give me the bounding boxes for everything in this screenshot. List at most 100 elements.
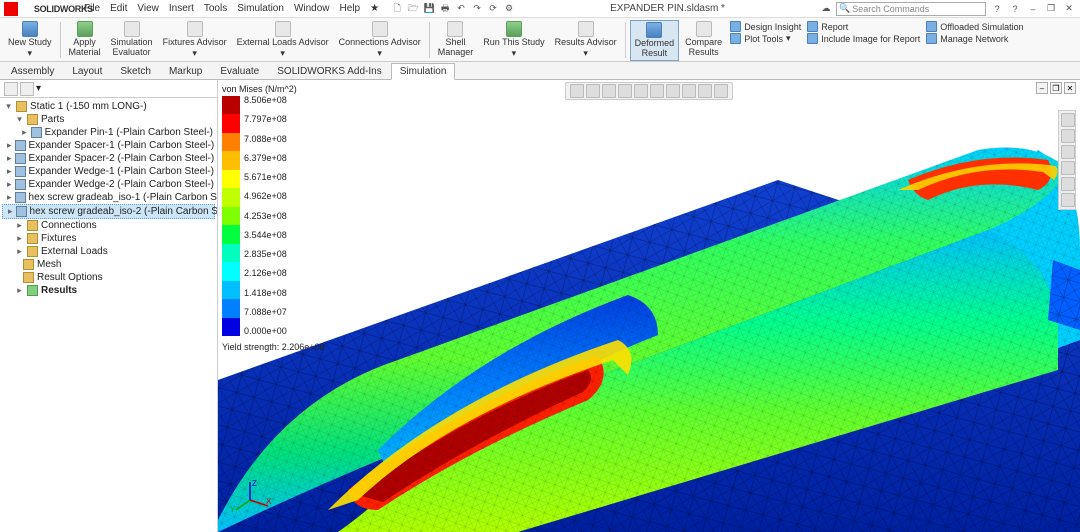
task-custom-icon[interactable]	[1061, 193, 1075, 207]
zoom-fit-icon[interactable]	[570, 84, 584, 98]
tree-part-item[interactable]: ▸Expander Wedge-1 (-Plain Carbon Steel-)	[2, 165, 215, 178]
task-pane	[1058, 110, 1076, 210]
tree-part-item[interactable]: ▸Expander Spacer-2 (-Plain Carbon Steel-…	[2, 152, 215, 165]
tree-part-item[interactable]: ▸Expander Wedge-2 (-Plain Carbon Steel-)	[2, 178, 215, 191]
tree-study-node[interactable]: ▾Static 1 (-150 mm LONG-)	[2, 100, 215, 113]
tab-simulation[interactable]: Simulation	[391, 63, 456, 80]
part-icon	[15, 140, 26, 151]
tab-addins[interactable]: SOLIDWORKS Add-Ins	[268, 63, 390, 79]
fixtures-advisor-button[interactable]: Fixtures Advisor▾	[159, 20, 231, 60]
rebuild-icon[interactable]: ⟳	[487, 3, 499, 15]
undo-icon[interactable]: ↶	[455, 3, 467, 15]
shell-manager-button[interactable]: Shell Manager	[434, 20, 478, 59]
report-button[interactable]: Report	[807, 21, 920, 32]
tree-part-item-selected[interactable]: ▸hex screw gradeab_iso-2 (-Plain Carbon …	[2, 204, 215, 219]
display-style-icon[interactable]	[650, 84, 664, 98]
zoom-area-icon[interactable]	[586, 84, 600, 98]
new-study-button[interactable]: New Study▾	[4, 20, 56, 60]
mdi-max-icon[interactable]: ❐	[1050, 82, 1062, 94]
tree-external-loads-node[interactable]: ▸External Loads	[2, 245, 215, 258]
ribbon-small-group-2: Report Include Image for Report	[805, 20, 922, 45]
menu-view[interactable]: View	[137, 3, 159, 14]
scene-icon[interactable]	[698, 84, 712, 98]
window-min-icon[interactable]: –	[1026, 3, 1040, 15]
sim-evaluator-button[interactable]: Simulation Evaluator	[107, 20, 157, 59]
tree-parts-node[interactable]: ▾Parts	[2, 113, 215, 126]
apply-material-button[interactable]: Apply Material	[65, 20, 105, 59]
new-icon[interactable]: 🗋	[391, 3, 403, 15]
redo-icon[interactable]: ↷	[471, 3, 483, 15]
menu-simulation[interactable]: Simulation	[237, 3, 284, 14]
user-icon[interactable]: ?	[990, 3, 1004, 15]
tree-tab-dropdown-icon[interactable]: ▾	[36, 83, 41, 94]
graphics-viewport[interactable]: von Mises (N/m^2) 8.506e+087.797e+087.08…	[218, 80, 1080, 532]
menu-star-icon[interactable]: ★	[370, 3, 379, 14]
compare-results-button[interactable]: Compare Results	[681, 20, 726, 59]
triad-icon[interactable]: X Y Z	[228, 478, 272, 522]
design-insight-button[interactable]: Design Insight	[730, 21, 801, 32]
section-icon[interactable]	[618, 84, 632, 98]
offloaded-sim-button[interactable]: Offloaded Simulation	[926, 21, 1023, 32]
include-image-button[interactable]: Include Image for Report	[807, 33, 920, 44]
app-logo: DS SOLIDWORKS	[4, 2, 74, 16]
menu-help[interactable]: Help	[340, 3, 361, 14]
separator	[429, 22, 430, 58]
task-appearance-icon[interactable]	[1061, 177, 1075, 191]
menu-file[interactable]: File	[84, 3, 100, 14]
loads-advisor-button[interactable]: External Loads Advisor▾	[233, 20, 333, 60]
ribbon-small-group-3: Offloaded Simulation Manage Network	[924, 20, 1025, 45]
tab-markup[interactable]: Markup	[160, 63, 211, 79]
options-icon[interactable]: ⚙	[503, 3, 515, 15]
task-explorer-icon[interactable]	[1061, 145, 1075, 159]
tree-part-item[interactable]: ▸Expander Spacer-1 (-Plain Carbon Steel-…	[2, 139, 215, 152]
menu-edit[interactable]: Edit	[110, 3, 127, 14]
deformed-result-button[interactable]: Deformed Result	[630, 20, 680, 61]
search-input[interactable]: 🔍 Search Commands	[836, 2, 986, 16]
manage-network-button[interactable]: Manage Network	[926, 33, 1023, 44]
tab-layout[interactable]: Layout	[63, 63, 111, 79]
window-max-icon[interactable]: ❐	[1044, 3, 1058, 15]
appearance-icon[interactable]	[682, 84, 696, 98]
task-resources-icon[interactable]	[1061, 113, 1075, 127]
mdi-min-icon[interactable]: –	[1036, 82, 1048, 94]
print-icon[interactable]: 🖶	[439, 3, 451, 15]
tab-assembly[interactable]: Assembly	[2, 63, 63, 79]
window-close-icon[interactable]: ✕	[1062, 3, 1076, 15]
tab-sketch[interactable]: Sketch	[111, 63, 160, 79]
tree-result-options-node[interactable]: Result Options	[2, 271, 215, 284]
task-design-lib-icon[interactable]	[1061, 129, 1075, 143]
tree-mesh-node[interactable]: Mesh	[2, 258, 215, 271]
menu-tools[interactable]: Tools	[204, 3, 227, 14]
plot-tools-button[interactable]: Plot Tools▾	[730, 33, 801, 44]
view-orient-icon[interactable]	[634, 84, 648, 98]
tree-part-item[interactable]: ▸Expander Pin-1 (-Plain Carbon Steel-)	[2, 126, 215, 139]
view-settings-icon[interactable]	[714, 84, 728, 98]
report-icon	[807, 21, 818, 32]
prev-view-icon[interactable]	[602, 84, 616, 98]
tree-fixtures-node[interactable]: ▸Fixtures	[2, 232, 215, 245]
part-icon	[15, 179, 26, 190]
help-icon[interactable]: ?	[1008, 3, 1022, 15]
results-advisor-button[interactable]: Results Advisor▾	[551, 20, 621, 60]
connections-advisor-button[interactable]: Connections Advisor▾	[335, 20, 425, 60]
mdi-close-icon[interactable]: ✕	[1064, 82, 1076, 94]
search-icon: 🔍	[839, 3, 850, 14]
tree-tab-feature-icon[interactable]	[4, 82, 18, 96]
insight-icon	[730, 21, 741, 32]
tree-results-node[interactable]: ▸Results	[2, 284, 215, 297]
menu-insert[interactable]: Insert	[169, 3, 194, 14]
tab-evaluate[interactable]: Evaluate	[211, 63, 268, 79]
cloud-icon[interactable]: ☁	[820, 3, 832, 15]
tree-connections-node[interactable]: ▸Connections	[2, 219, 215, 232]
result-options-icon	[23, 272, 34, 283]
run-study-button[interactable]: Run This Study▾	[479, 20, 548, 60]
task-view-palette-icon[interactable]	[1061, 161, 1075, 175]
open-icon[interactable]: 🗁	[407, 3, 419, 15]
title-right: ☁ 🔍 Search Commands ? ? – ❐ ✕	[820, 2, 1076, 16]
tree-part-item[interactable]: ▸hex screw gradeab_iso-1 (-Plain Carbon …	[2, 191, 215, 204]
hide-show-icon[interactable]	[666, 84, 680, 98]
menu-window[interactable]: Window	[294, 3, 330, 14]
save-icon[interactable]: 💾	[423, 3, 435, 15]
fea-render	[218, 80, 1080, 532]
tree-tab-configs-icon[interactable]	[20, 82, 34, 96]
